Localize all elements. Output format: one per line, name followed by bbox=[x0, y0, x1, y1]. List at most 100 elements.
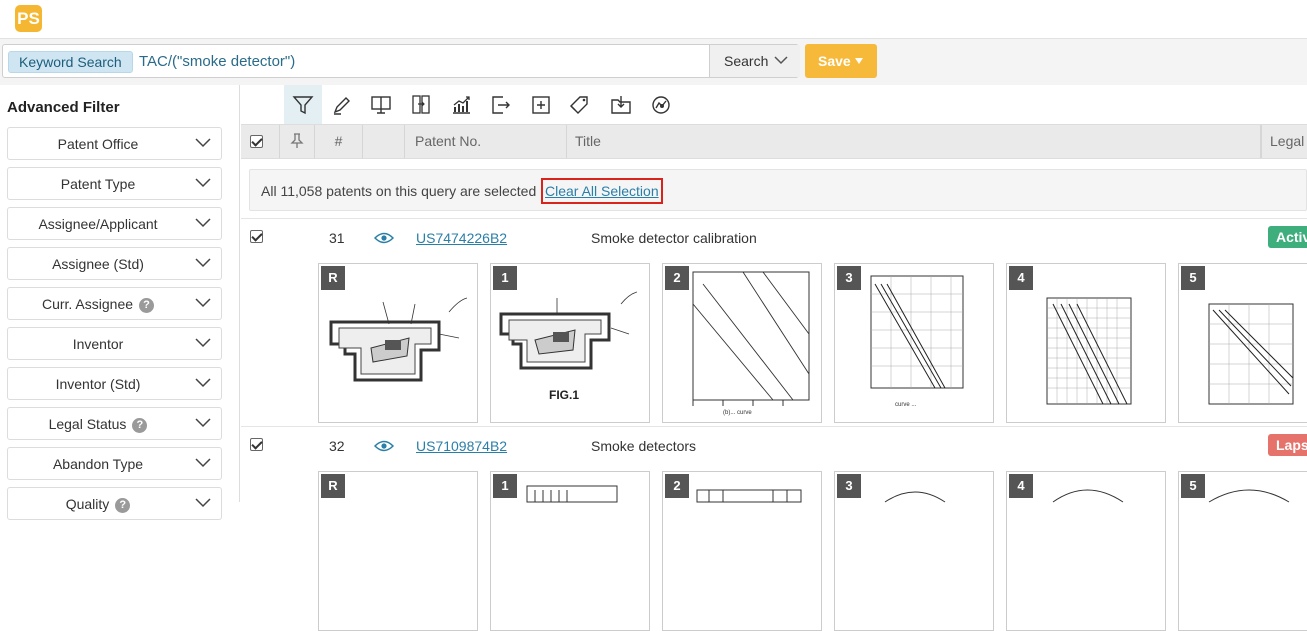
search-box[interactable]: Keyword Search TAC/("smoke detector") Se… bbox=[2, 44, 800, 78]
monitor-icon[interactable] bbox=[362, 85, 400, 124]
pin-icon[interactable] bbox=[290, 133, 304, 149]
filter-label: Assignee (Std) bbox=[8, 256, 188, 272]
filter-dropdown[interactable]: Patent Office bbox=[7, 127, 222, 160]
save-button[interactable]: Save bbox=[805, 44, 877, 78]
filter-dropdown[interactable]: Inventor bbox=[7, 327, 222, 360]
chevron-down-icon bbox=[195, 178, 211, 188]
help-icon[interactable]: ? bbox=[132, 418, 148, 433]
row-checkbox[interactable] bbox=[250, 438, 263, 451]
filter-label-text: Quality bbox=[65, 496, 110, 512]
patent-drawing bbox=[1208, 489, 1290, 503]
patent-drawing bbox=[329, 297, 468, 382]
row-number: 32 bbox=[329, 438, 345, 454]
header-view bbox=[363, 125, 405, 158]
filter-dropdown[interactable]: Inventor (Std) bbox=[7, 367, 222, 400]
compare-icon[interactable] bbox=[402, 85, 440, 124]
filter-dropdown[interactable]: Assignee (Std) bbox=[7, 247, 222, 280]
select-all-checkbox[interactable] bbox=[250, 135, 263, 148]
chevron-down-icon bbox=[195, 378, 211, 388]
patent-drawing bbox=[884, 491, 946, 503]
drawing-thumbnail[interactable]: 3 bbox=[834, 471, 994, 631]
filter-label: Patent Office bbox=[8, 136, 188, 152]
filter-label: Assignee/Applicant bbox=[8, 216, 188, 232]
clear-all-selection-link[interactable]: Clear All Selection bbox=[541, 178, 663, 204]
row-checkbox[interactable] bbox=[250, 230, 263, 243]
drawing-thumbnail[interactable]: 2 (b)... curve bbox=[662, 263, 822, 423]
save-folder-icon[interactable] bbox=[602, 85, 640, 124]
drawing-thumbnail[interactable]: R bbox=[318, 471, 478, 631]
results-toolbar bbox=[241, 85, 1307, 124]
patent-drawing bbox=[1052, 489, 1124, 503]
eye-icon[interactable] bbox=[374, 440, 394, 452]
drawing-thumbnail[interactable]: 4 bbox=[1006, 471, 1166, 631]
chart-icon[interactable] bbox=[442, 85, 480, 124]
export-icon[interactable] bbox=[481, 85, 519, 124]
patent-number-link[interactable]: US7474226B2 bbox=[416, 230, 507, 246]
filter-label-text: Assignee/Applicant bbox=[38, 216, 158, 232]
header-pin bbox=[280, 125, 315, 158]
filter-dropdown[interactable]: Quality? bbox=[7, 487, 222, 520]
filter-label-text: Legal Status bbox=[48, 416, 127, 432]
chevron-down-icon bbox=[195, 498, 211, 508]
patent-title: Smoke detector calibration bbox=[591, 230, 757, 246]
filter-label: Quality? bbox=[8, 496, 188, 513]
search-button[interactable]: Search bbox=[709, 45, 800, 77]
caret-down-icon bbox=[855, 58, 863, 64]
row-divider bbox=[241, 218, 1307, 219]
chevron-down-icon bbox=[195, 458, 211, 468]
eye-icon[interactable] bbox=[374, 232, 394, 244]
row-divider bbox=[241, 426, 1307, 427]
analysis-icon[interactable] bbox=[642, 85, 680, 124]
filter-label: Inventor bbox=[8, 336, 188, 352]
add-icon[interactable] bbox=[522, 85, 560, 124]
chevron-down-icon bbox=[195, 338, 211, 348]
filter-label-text: Patent Type bbox=[60, 176, 136, 192]
highlight-icon[interactable] bbox=[323, 85, 361, 124]
filter-dropdown[interactable]: Curr. Assignee? bbox=[7, 287, 222, 320]
patent-drawing bbox=[526, 485, 618, 503]
patent-drawing: (b)... curve bbox=[692, 271, 810, 416]
selection-notice-text: All 11,058 patents on this query are sel… bbox=[261, 183, 537, 199]
header-title[interactable]: Title bbox=[567, 125, 1261, 158]
save-button-label: Save bbox=[818, 53, 851, 69]
legal-status-badge: Activ bbox=[1268, 226, 1307, 248]
drawing-thumbnail[interactable]: 5 bbox=[1178, 471, 1307, 631]
patent-number-link[interactable]: US7109874B2 bbox=[416, 438, 507, 454]
tag-icon[interactable] bbox=[561, 85, 599, 124]
header-legal[interactable]: Legal bbox=[1261, 125, 1307, 158]
thumbnail-badge: R bbox=[321, 474, 345, 498]
filter-dropdown[interactable]: Patent Type bbox=[7, 167, 222, 200]
patent-title: Smoke detectors bbox=[591, 438, 697, 454]
drawing-thumbnail[interactable]: 2 bbox=[662, 471, 822, 631]
drawing-thumbnail[interactable]: 4 bbox=[1006, 263, 1166, 423]
keyword-search-tag[interactable]: Keyword Search bbox=[8, 51, 133, 73]
filter-dropdown[interactable]: Legal Status? bbox=[7, 407, 222, 440]
drawing-thumbnail[interactable]: 5 bbox=[1178, 263, 1307, 423]
search-query-input[interactable]: TAC/("smoke detector") bbox=[139, 53, 295, 70]
drawing-thumbnail[interactable]: 3 curve ... bbox=[834, 263, 994, 423]
filter-dropdown[interactable]: Assignee/Applicant bbox=[7, 207, 222, 240]
filter-label-text: Patent Office bbox=[57, 136, 139, 152]
filter-icon[interactable] bbox=[284, 85, 322, 124]
drawing-thumbnail[interactable]: 1 FIG.1 bbox=[490, 263, 650, 423]
filter-label-text: Inventor (Std) bbox=[55, 376, 141, 392]
header-number: # bbox=[315, 125, 363, 158]
top-bar: PS bbox=[0, 0, 1307, 38]
legal-status-badge: Lapse bbox=[1268, 434, 1307, 456]
svg-text:(b)... curve: (b)... curve bbox=[723, 410, 752, 416]
filter-dropdown[interactable]: Abandon Type bbox=[7, 447, 222, 480]
patent-drawing bbox=[1208, 303, 1294, 405]
filter-label: Abandon Type bbox=[8, 456, 188, 472]
drawing-thumbnail[interactable]: R bbox=[318, 263, 478, 423]
patent-drawing bbox=[1046, 297, 1132, 405]
advanced-filter-sidebar: Advanced Filter Patent Office Patent Type… bbox=[0, 85, 240, 520]
svg-text:curve ...: curve ... bbox=[895, 402, 917, 408]
help-icon[interactable]: ? bbox=[139, 298, 155, 313]
header-patent-no[interactable]: Patent No. bbox=[405, 125, 567, 158]
filter-label: Legal Status? bbox=[8, 416, 188, 433]
filter-label: Curr. Assignee? bbox=[8, 296, 188, 313]
drawing-thumbnail[interactable]: 1 bbox=[490, 471, 650, 631]
app-logo[interactable]: PS bbox=[15, 5, 42, 32]
help-icon[interactable]: ? bbox=[115, 498, 131, 513]
chevron-down-icon bbox=[195, 218, 211, 228]
